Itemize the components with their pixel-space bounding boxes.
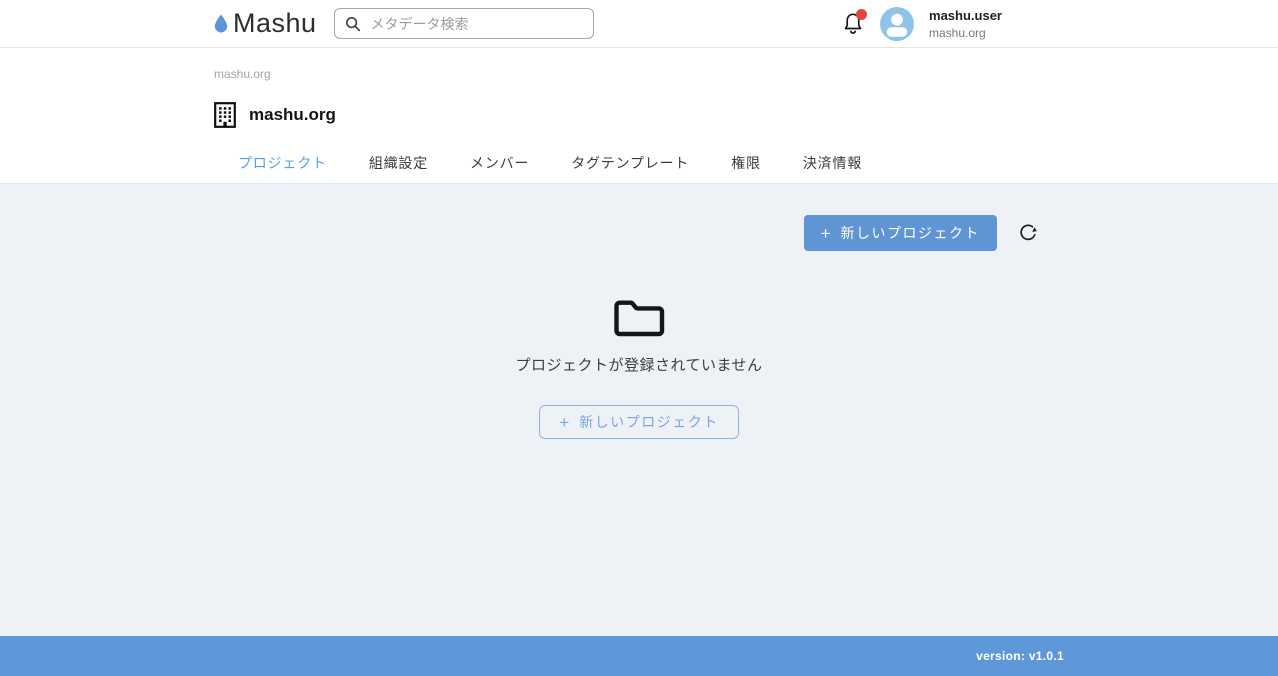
refresh-button[interactable] [1018,223,1038,243]
empty-state: プロジェクトが登録されていません + 新しいプロジェクト [214,297,1064,439]
empty-message: プロジェクトが登録されていません [214,354,1064,375]
org-title-row: mashu.org [214,102,1064,128]
user-org: mashu.org [929,27,1002,39]
app-logo[interactable]: Mashu [214,8,317,39]
app-footer: version: v1.0.1 [0,636,1278,676]
avatar[interactable] [880,7,914,41]
refresh-icon [1018,223,1038,243]
tab-projects[interactable]: プロジェクト [238,153,327,173]
plus-icon: + [821,225,831,242]
breadcrumb[interactable]: mashu.org [214,48,1064,81]
tab-billing[interactable]: 決済情報 [803,153,862,173]
page-title: mashu.org [249,105,336,125]
notification-bell-button[interactable] [841,11,865,36]
logo-text: Mashu [233,8,317,39]
search-input[interactable] [369,15,583,33]
person-circle-icon [880,7,914,41]
red-dot-badge [856,9,867,20]
version-label: version: v1.0.1 [214,649,1064,663]
empty-new-project-button[interactable]: + 新しいプロジェクト [539,405,738,439]
folder-icon [612,297,666,337]
header-right: mashu.user mashu.org [841,7,1064,41]
org-tabs: プロジェクト 組織設定 メンバー タグテンプレート 権限 決済情報 [214,153,1064,173]
new-project-button[interactable]: + 新しいプロジェクト [804,215,997,251]
empty-new-project-button-label: 新しいプロジェクト [579,412,719,432]
subheader: mashu.org mashu.org [0,48,1278,184]
search-box[interactable] [334,8,594,39]
project-toolbar: + 新しいプロジェクト [214,184,1064,251]
building-icon [214,102,236,128]
new-project-button-label: 新しいプロジェクト [841,223,981,243]
tab-members[interactable]: メンバー [470,153,529,173]
magnifier-icon [345,16,361,32]
tab-tag-templates[interactable]: タグテンプレート [571,153,689,173]
app-root: Mashu [0,0,1278,676]
tab-permissions[interactable]: 権限 [731,153,761,173]
header-inner: Mashu [214,0,1064,47]
user-menu[interactable]: mashu.user mashu.org [929,9,1002,39]
tab-org-settings[interactable]: 組織設定 [369,153,428,173]
water-drop-icon [214,14,228,33]
plus-icon: + [559,414,569,431]
main-area: + 新しいプロジェクト [0,184,1278,636]
app-header: Mashu [0,0,1278,48]
user-name: mashu.user [929,9,1002,22]
